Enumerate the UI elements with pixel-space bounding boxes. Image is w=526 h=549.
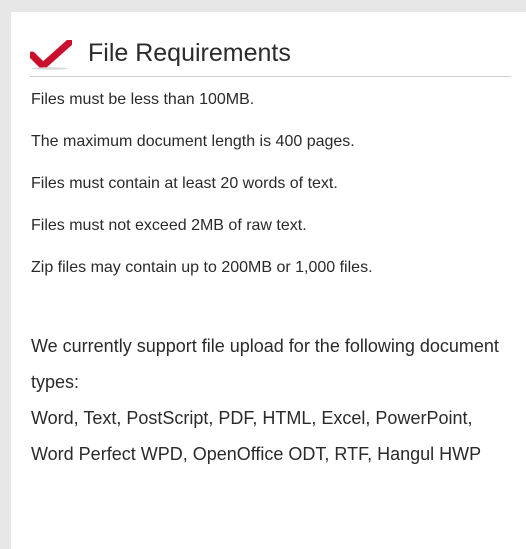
panel-header: File Requirements — [30, 36, 511, 77]
supported-types-section: We currently support file upload for the… — [31, 328, 511, 472]
supported-types-list: Word, Text, PostScript, PDF, HTML, Excel… — [31, 408, 482, 464]
requirement-item: Files must contain at least 20 words of … — [31, 175, 338, 192]
requirements-list: Files must be less than 100MB. The maxim… — [31, 90, 511, 300]
file-requirements-panel: File Requirements Files must be less tha… — [11, 12, 526, 549]
requirement-item: Files must be less than 100MB. — [31, 91, 255, 108]
panel-title: File Requirements — [88, 39, 291, 67]
supported-types-intro: We currently support file upload for the… — [31, 336, 499, 392]
requirement-item: Zip files may contain up to 200MB or 1,0… — [31, 259, 373, 276]
requirement-item: The maximum document length is 400 pages… — [31, 133, 355, 150]
requirement-item: Files must not exceed 2MB of raw text. — [31, 217, 307, 234]
checkmark-icon — [30, 40, 72, 70]
